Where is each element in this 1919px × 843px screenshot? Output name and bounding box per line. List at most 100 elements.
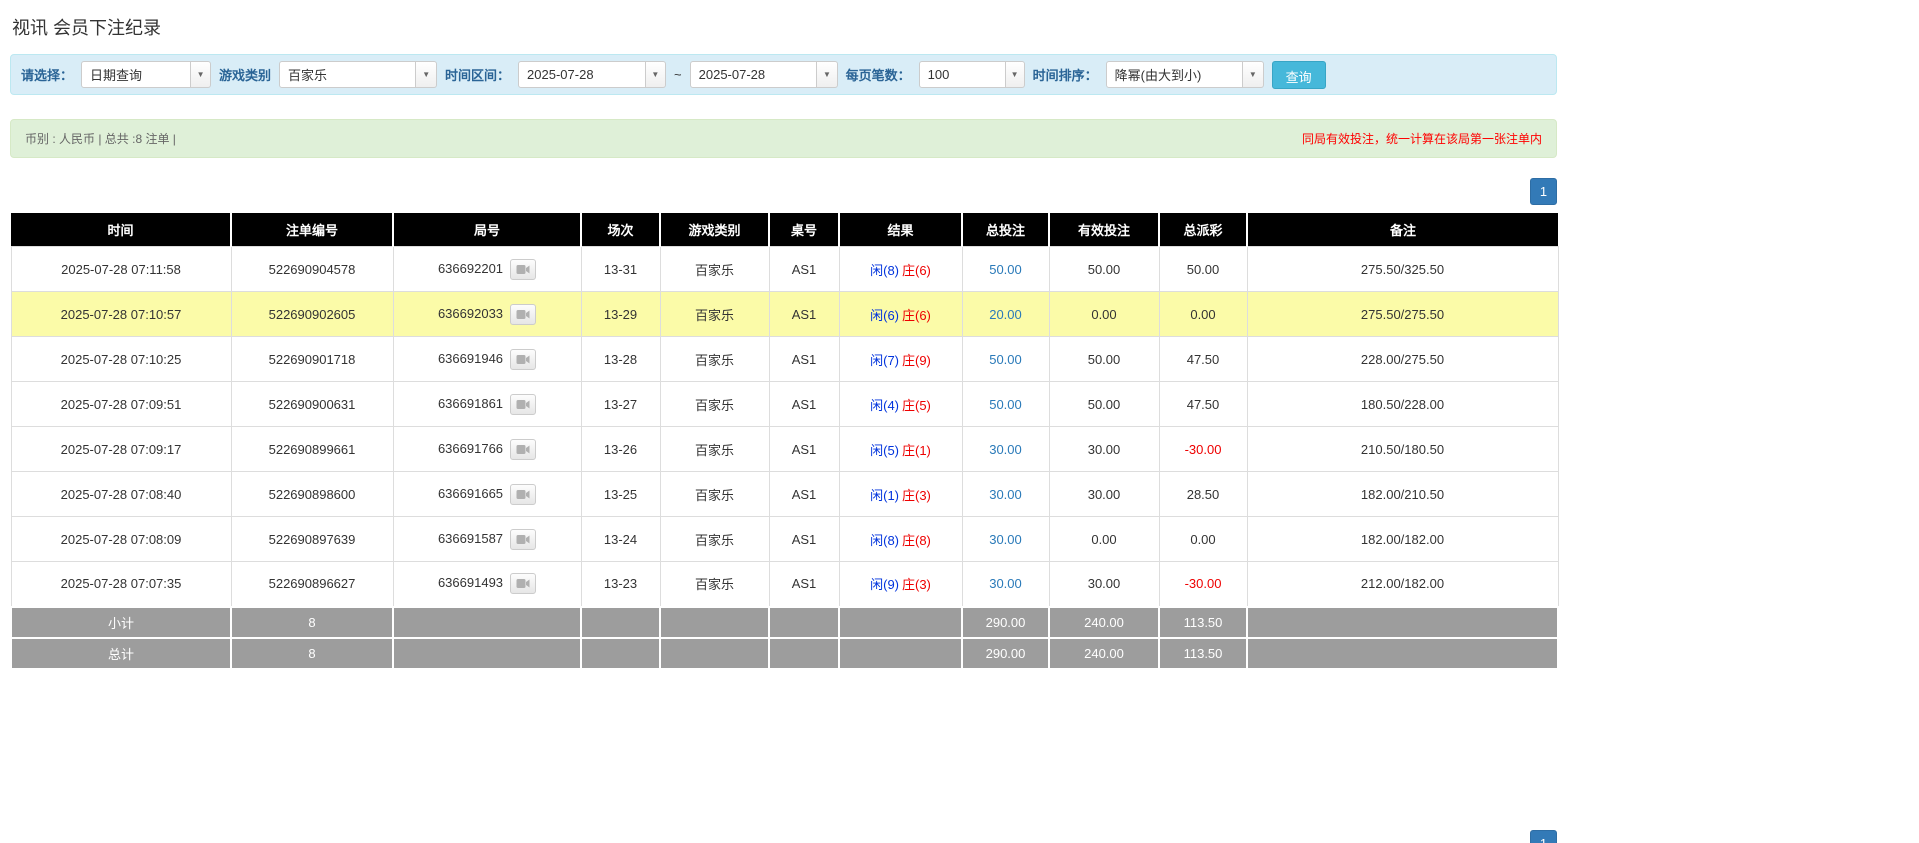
subtotal-payout: 113.50 xyxy=(1159,607,1247,638)
cell-total-bet: 30.00 xyxy=(962,427,1049,472)
cell-bet-id: 522690901718 xyxy=(231,337,393,382)
cell-total-bet: 30.00 xyxy=(962,517,1049,562)
round-number: 636691861 xyxy=(438,395,503,410)
cell-game-type: 百家乐 xyxy=(660,247,769,292)
select-type-input[interactable] xyxy=(81,61,191,88)
pagination-page-1[interactable]: 1 xyxy=(1530,178,1557,205)
cell-game-type: 百家乐 xyxy=(660,292,769,337)
currency-total-text: 币别 : 人民币 | 总共 :8 注单 | xyxy=(25,130,176,147)
total-bet-link[interactable]: 30.00 xyxy=(989,532,1022,547)
date-from-combo: ▼ xyxy=(518,61,666,88)
cell-result: 闲(7)庄(9) xyxy=(839,337,962,382)
content: 视讯 会员下注纪录 请选择： ▼ 游戏类别 ▼ 时间区间： ▼ ~ ▼ xyxy=(10,0,1557,843)
video-replay-icon[interactable] xyxy=(510,349,536,370)
cell-table-no: AS1 xyxy=(769,517,839,562)
cell-total-bet: 20.00 xyxy=(962,292,1049,337)
search-button[interactable]: 查询 xyxy=(1272,61,1326,89)
cell-game-type: 百家乐 xyxy=(660,562,769,607)
page-size-label: 每页笔数： xyxy=(846,65,911,84)
cell-result: 闲(8)庄(6) xyxy=(839,247,962,292)
game-type-label: 游戏类别 xyxy=(219,65,271,84)
page: 视讯 会员下注纪录 请选择： ▼ 游戏类别 ▼ 时间区间： ▼ ~ ▼ xyxy=(0,0,1919,843)
cell-game-type: 百家乐 xyxy=(660,517,769,562)
chevron-down-icon[interactable]: ▼ xyxy=(191,61,211,88)
result-banker: 庄(6) xyxy=(902,263,931,278)
cell-note: 275.50/275.50 xyxy=(1247,292,1558,337)
cell-round: 636692033 xyxy=(393,292,581,337)
cell-total-bet: 50.00 xyxy=(962,247,1049,292)
result-banker: 庄(8) xyxy=(902,533,931,548)
table-row-highlighted: 2025-07-28 07:10:57 522690902605 6366920… xyxy=(11,292,1558,337)
sort-order-input[interactable] xyxy=(1106,61,1243,88)
total-bet-link[interactable]: 20.00 xyxy=(989,307,1022,322)
result-player: 闲(1) xyxy=(870,488,899,503)
cell-payout: 0.00 xyxy=(1159,292,1247,337)
video-replay-icon[interactable] xyxy=(510,573,536,594)
cell-round: 636691766 xyxy=(393,427,581,472)
result-player: 闲(9) xyxy=(870,577,899,592)
game-type-input[interactable] xyxy=(279,61,416,88)
pagination-bottom: 1 xyxy=(10,830,1557,843)
video-replay-icon[interactable] xyxy=(510,439,536,460)
cell-time: 2025-07-28 07:10:25 xyxy=(11,337,231,382)
video-replay-icon[interactable] xyxy=(510,484,536,505)
video-replay-icon[interactable] xyxy=(510,304,536,325)
chevron-down-icon[interactable]: ▼ xyxy=(1006,61,1025,88)
grand-total-label: 总计 xyxy=(11,638,231,669)
date-from-input[interactable] xyxy=(518,61,646,88)
pagination-page-1[interactable]: 1 xyxy=(1530,830,1557,843)
chevron-down-icon[interactable]: ▼ xyxy=(646,61,666,88)
cell-table-no: AS1 xyxy=(769,247,839,292)
video-replay-icon[interactable] xyxy=(510,394,536,415)
total-bet-link[interactable]: 30.00 xyxy=(989,576,1022,591)
header-time: 时间 xyxy=(11,213,231,247)
cell-payout: 47.50 xyxy=(1159,382,1247,427)
select-type-combo: ▼ xyxy=(81,61,211,88)
date-to-input[interactable] xyxy=(690,61,818,88)
header-valid-bet: 有效投注 xyxy=(1049,213,1159,247)
result-player: 闲(4) xyxy=(870,398,899,413)
subtotal-valid-bet: 240.00 xyxy=(1049,607,1159,638)
chevron-down-icon[interactable]: ▼ xyxy=(817,61,837,88)
cell-table-no: AS1 xyxy=(769,382,839,427)
result-player: 闲(7) xyxy=(870,353,899,368)
header-result: 结果 xyxy=(839,213,962,247)
result-banker: 庄(1) xyxy=(902,443,931,458)
video-replay-icon[interactable] xyxy=(510,259,536,280)
cell-bet-id: 522690899661 xyxy=(231,427,393,472)
cell-round: 636691946 xyxy=(393,337,581,382)
cell-session: 13-24 xyxy=(581,517,660,562)
select-type-label: 请选择： xyxy=(21,65,73,84)
total-bet-link[interactable]: 50.00 xyxy=(989,262,1022,277)
total-bet-link[interactable]: 30.00 xyxy=(989,442,1022,457)
total-bet-link[interactable]: 30.00 xyxy=(989,487,1022,502)
cell-valid-bet: 30.00 xyxy=(1049,427,1159,472)
total-bet-link[interactable]: 50.00 xyxy=(989,397,1022,412)
cell-total-bet: 50.00 xyxy=(962,382,1049,427)
chevron-down-icon[interactable]: ▼ xyxy=(1243,61,1264,88)
cell-result: 闲(6)庄(6) xyxy=(839,292,962,337)
chevron-down-icon[interactable]: ▼ xyxy=(416,61,437,88)
video-replay-icon[interactable] xyxy=(510,529,536,550)
grand-total-count: 8 xyxy=(231,638,393,669)
cell-time: 2025-07-28 07:08:09 xyxy=(11,517,231,562)
subtotal-label: 小计 xyxy=(11,607,231,638)
cell-table-no: AS1 xyxy=(769,292,839,337)
cell-result: 闲(4)庄(5) xyxy=(839,382,962,427)
cell-payout: 28.50 xyxy=(1159,472,1247,517)
total-bet-link[interactable]: 50.00 xyxy=(989,352,1022,367)
round-number: 636691766 xyxy=(438,440,503,455)
round-number: 636691946 xyxy=(438,350,503,365)
cell-time: 2025-07-28 07:09:51 xyxy=(11,382,231,427)
date-to-combo: ▼ xyxy=(690,61,838,88)
cell-table-no: AS1 xyxy=(769,337,839,382)
cell-session: 13-29 xyxy=(581,292,660,337)
cell-bet-id: 522690897639 xyxy=(231,517,393,562)
table-row: 2025-07-28 07:07:35 522690896627 6366914… xyxy=(11,562,1558,607)
page-size-input[interactable] xyxy=(919,61,1006,88)
valid-bet-notice: 同局有效投注，统一计算在该局第一张注单内 xyxy=(1302,130,1542,147)
page-size-combo: ▼ xyxy=(919,61,1025,88)
round-number: 636691493 xyxy=(438,575,503,590)
result-banker: 庄(3) xyxy=(902,488,931,503)
result-banker: 庄(6) xyxy=(902,308,931,323)
